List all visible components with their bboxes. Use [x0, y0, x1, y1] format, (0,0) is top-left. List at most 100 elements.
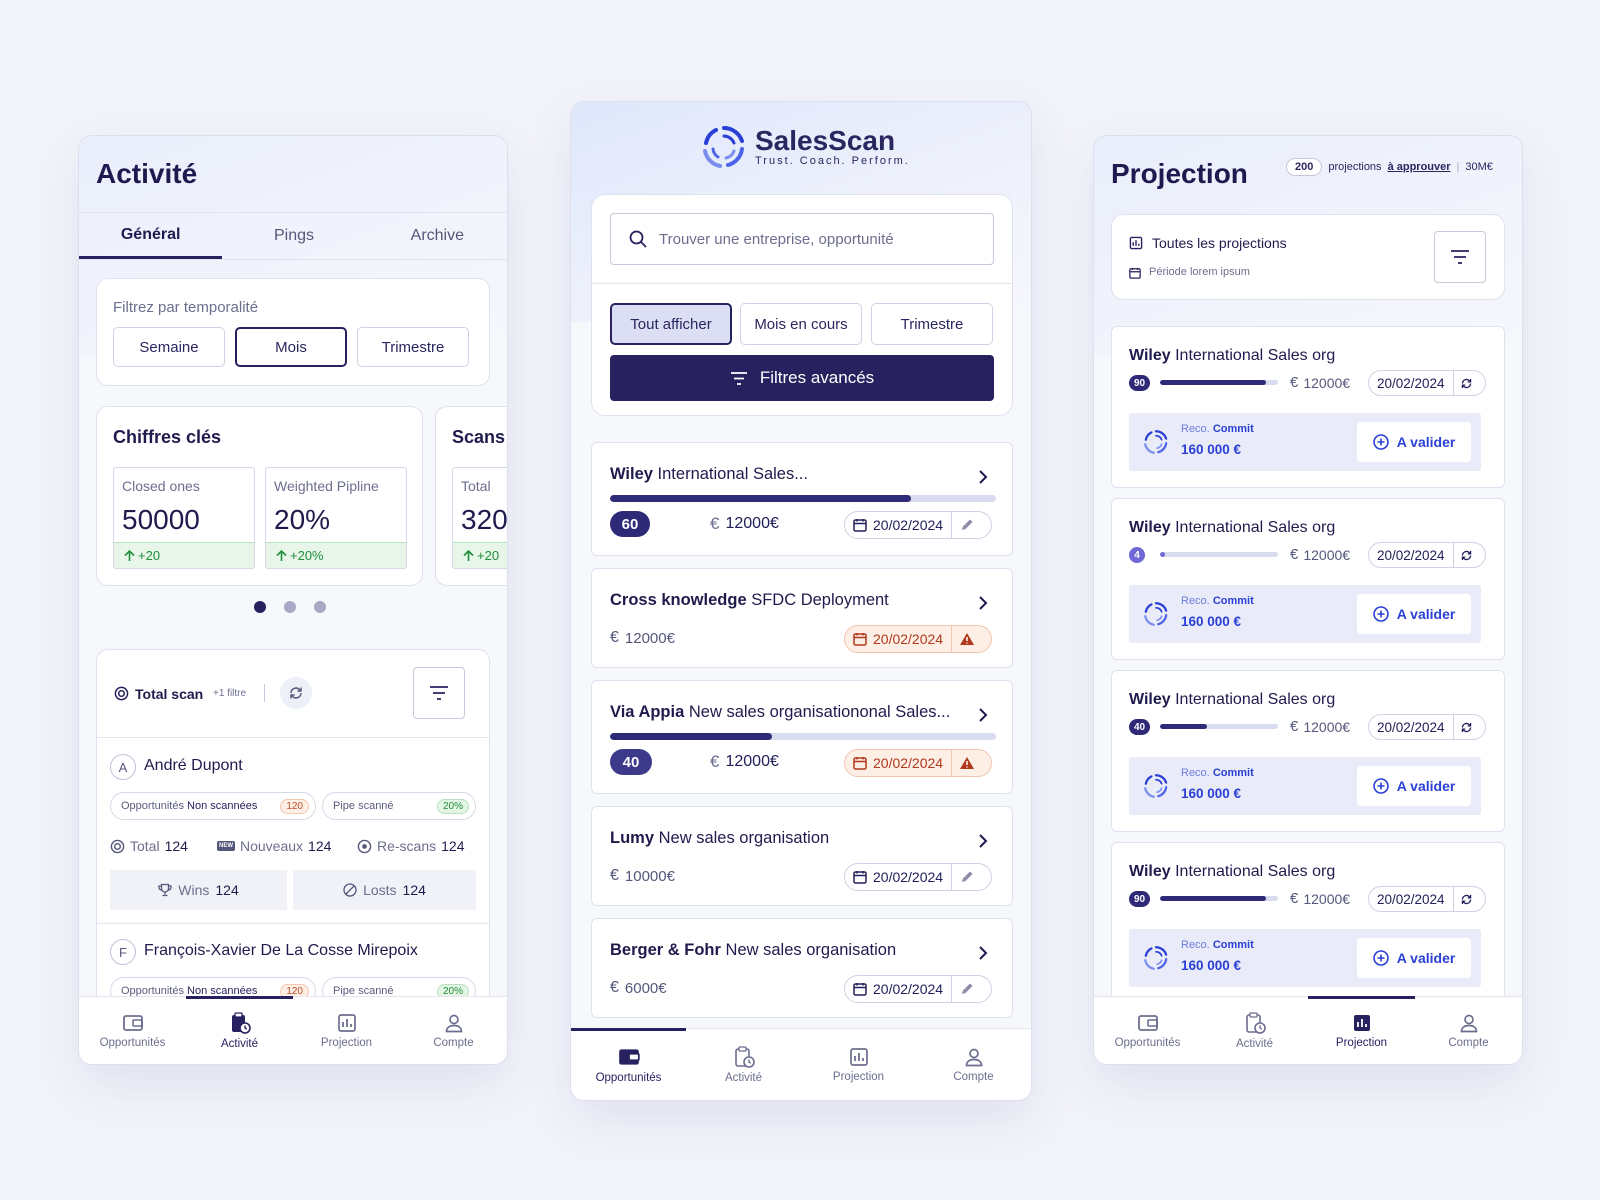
nav-compte[interactable]: Compte [1415, 997, 1522, 1064]
chip-pipe[interactable]: Pipe scanné 20% [322, 792, 476, 820]
opportunity-title: New sales organisation [725, 941, 897, 959]
validate-button[interactable]: A valider [1357, 938, 1471, 978]
date-box-warning[interactable]: 20/02/2024 [844, 749, 992, 777]
sync-button[interactable] [1452, 715, 1479, 739]
date-box[interactable]: 20/02/2024 [844, 511, 992, 539]
opportunity-card[interactable]: Berger & Fohr New sales organisation €60… [591, 918, 1013, 1018]
chip-opportunites[interactable]: Opportunités Non scannées 120 [110, 792, 316, 820]
bar-chart-icon [337, 1013, 356, 1032]
filter-trimestre-button[interactable]: Trimestre [357, 327, 469, 367]
approve-link[interactable]: à approuver [1388, 161, 1451, 173]
chevron-right-icon[interactable] [978, 707, 988, 723]
bar-chart-icon [1129, 236, 1143, 250]
pencil-icon [961, 519, 973, 530]
opportunity-card[interactable]: Cross knowledge SFDC Deployment €12000€ … [591, 568, 1013, 668]
chevron-right-icon[interactable] [978, 595, 988, 611]
carousel-dot-active[interactable] [254, 601, 266, 613]
progress-bar [1160, 896, 1267, 901]
recommendation-box: Reco. Commit 160 000 € A valider [1129, 757, 1481, 815]
edit-button[interactable] [951, 512, 981, 538]
nav-opportunites[interactable]: Opportunités [571, 1028, 686, 1100]
sync-button[interactable] [1452, 543, 1479, 567]
brand-tagline: Trust. Coach. Perform. [755, 155, 910, 167]
opportunity-card[interactable]: Lumy New sales organisation €10000€ 20/0… [591, 806, 1013, 906]
stat-total: Total 124 [110, 838, 188, 854]
tab-archive[interactable]: Archive [366, 213, 507, 259]
wallet-icon [618, 1048, 640, 1065]
clipboard-clock-icon [1245, 1011, 1266, 1034]
nav-opportunites[interactable]: Opportunités [1094, 997, 1201, 1064]
nav-opportunites[interactable]: Opportunités [79, 997, 186, 1064]
nav-projection[interactable]: Projection [1308, 996, 1415, 1064]
chevron-right-icon[interactable] [978, 833, 988, 849]
salesscan-logo-icon [1144, 430, 1168, 454]
sync-button[interactable] [1452, 371, 1479, 395]
search-input[interactable]: Trouver une entreprise, opportunité [610, 213, 994, 265]
refresh-button[interactable] [280, 677, 312, 709]
warning-button[interactable] [951, 750, 981, 776]
sync-icon [1461, 550, 1471, 560]
projection-card[interactable]: Wiley International Sales org 90 €12000€… [1111, 842, 1505, 998]
warning-button[interactable] [951, 626, 981, 652]
company-name: Wiley [1129, 519, 1171, 536]
filter-month-button[interactable]: Mois en cours [740, 303, 862, 345]
projection-title: International Sales org [1175, 347, 1336, 364]
chevron-right-icon[interactable] [978, 469, 988, 485]
date-box-warning[interactable]: 20/02/2024 [844, 625, 992, 653]
recommendation-box: Reco. Commit 160 000 € A valider [1129, 585, 1481, 643]
validate-button[interactable]: A valider [1357, 594, 1471, 634]
amount: €12000€ [610, 629, 675, 647]
metric-value: 320 [461, 504, 508, 535]
key-figures-card: Chiffres clés Closed ones 50000 +20 Weig… [96, 406, 423, 586]
date-box[interactable]: 20/02/2024 [1368, 714, 1486, 740]
date-box[interactable]: 20/02/2024 [1368, 886, 1486, 912]
tab-pings[interactable]: Pings [222, 213, 365, 259]
company-name: Wiley [1129, 691, 1171, 708]
score-pill: 40 [610, 749, 652, 775]
carousel-dot[interactable] [284, 601, 296, 613]
filter-all-button[interactable]: Tout afficher [610, 303, 732, 345]
person-row[interactable]: A André Dupont Opportunités Non scannées… [97, 738, 489, 924]
sync-button[interactable] [1452, 887, 1479, 911]
validate-button[interactable]: A valider [1357, 766, 1471, 806]
nav-projection[interactable]: Projection [293, 997, 400, 1064]
nav-projection[interactable]: Projection [801, 1029, 916, 1100]
filter-button[interactable] [413, 667, 465, 719]
wallet-icon [122, 1014, 143, 1031]
filter-button[interactable] [1434, 231, 1486, 283]
nav-activite[interactable]: Activité [1201, 997, 1308, 1064]
projection-card[interactable]: Wiley International Sales org 40 €12000€… [1111, 670, 1505, 832]
brand-logo: SalesScan Trust. Coach. Perform. [701, 124, 910, 170]
date-box[interactable]: 20/02/2024 [844, 975, 992, 1003]
date-box[interactable]: 20/02/2024 [1368, 542, 1486, 568]
date-box[interactable]: 20/02/2024 [844, 863, 992, 891]
advanced-filters-button[interactable]: Filtres avancés [610, 355, 994, 401]
projection-screen: Projection 200 projections à approuver |… [1093, 135, 1523, 1065]
filter-semaine-button[interactable]: Semaine [113, 327, 225, 367]
validate-button[interactable]: A valider [1357, 422, 1471, 462]
all-projections-label: Toutes les projections [1152, 235, 1287, 251]
edit-button[interactable] [951, 976, 981, 1002]
nav-compte[interactable]: Compte [916, 1029, 1031, 1100]
nav-compte[interactable]: Compte [400, 997, 507, 1064]
opportunity-card[interactable]: Wiley International Sales... 60 €12000€ … [591, 442, 1013, 556]
filter-quarter-button[interactable]: Trimestre [871, 303, 993, 345]
chevron-right-icon[interactable] [978, 945, 988, 961]
stat-rescans: Re-scans 124 [357, 838, 465, 854]
user-icon [965, 1048, 982, 1066]
plus-circle-icon [1372, 778, 1389, 794]
filter-mois-button[interactable]: Mois [235, 327, 347, 367]
divider [592, 283, 1012, 284]
wins-box: Wins 124 [110, 870, 287, 910]
date-box[interactable]: 20/02/2024 [1368, 370, 1486, 396]
edit-button[interactable] [951, 864, 981, 890]
opportunity-card[interactable]: Via Appia New sales organisationonal Sal… [591, 680, 1013, 794]
company-name: Lumy [610, 829, 655, 847]
carousel-dot[interactable] [314, 601, 326, 613]
nav-activite[interactable]: Activité [686, 1029, 801, 1100]
tab-general[interactable]: Général [79, 213, 223, 259]
projection-card[interactable]: Wiley International Sales org 4 €12000€ … [1111, 498, 1505, 660]
nav-activite[interactable]: Activité [186, 996, 293, 1064]
projection-card[interactable]: Wiley International Sales org 90 €12000€… [1111, 326, 1505, 488]
person-name: André Dupont [144, 757, 243, 774]
